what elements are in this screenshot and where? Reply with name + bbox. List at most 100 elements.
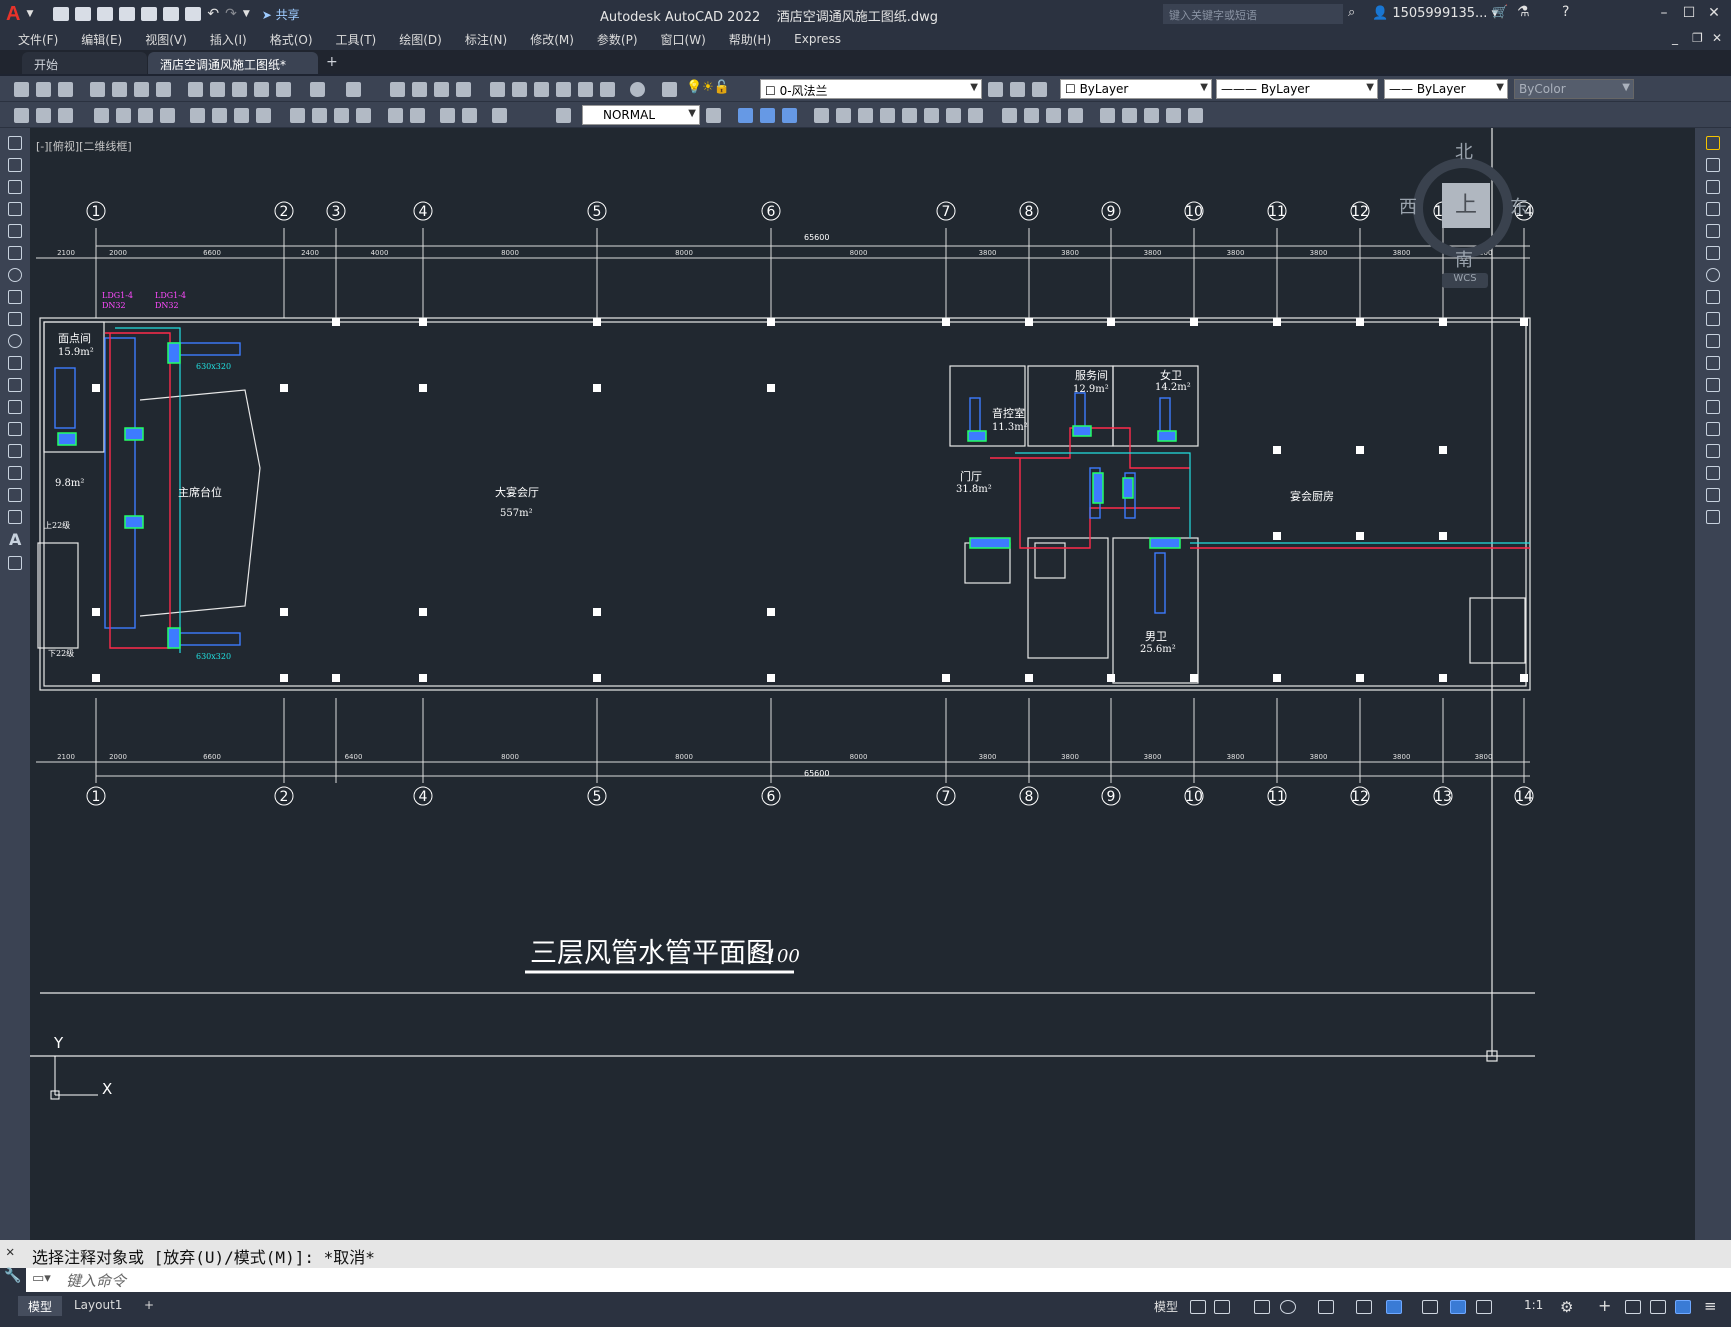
spline-tool-icon[interactable] <box>8 312 22 326</box>
maximize-button[interactable]: ☐ <box>1678 5 1700 21</box>
tb-sun-icon[interactable] <box>1068 108 1083 123</box>
undo-icon[interactable]: ↶ <box>207 6 219 22</box>
menu-draw[interactable]: 绘图(D) <box>399 31 442 48</box>
menu-modify[interactable]: 修改(M) <box>530 31 574 48</box>
tb-block-icon[interactable] <box>276 82 291 97</box>
tb-dim-break-icon[interactable] <box>312 108 327 123</box>
arc-tool-icon[interactable] <box>8 246 22 260</box>
menu-parametric[interactable]: 参数(P) <box>597 31 638 48</box>
region-tool-icon[interactable] <box>8 488 22 502</box>
erase-tool-icon[interactable] <box>1706 136 1720 150</box>
tb-quick-dim-icon[interactable] <box>212 108 227 123</box>
wcs-menu[interactable]: WCS <box>1442 273 1488 288</box>
tb-undo-icon[interactable] <box>310 82 325 97</box>
customize-wrench-icon[interactable]: 🔧 <box>0 1268 26 1292</box>
customize-menu-icon[interactable]: ≡ <box>1704 1297 1717 1315</box>
tb-dim-jogged-icon[interactable] <box>138 108 153 123</box>
menu-format[interactable]: 格式(O) <box>270 31 313 48</box>
join-tool-icon[interactable] <box>1706 422 1720 436</box>
tb-zoom-realtime-icon[interactable] <box>412 82 427 97</box>
tb-ucs-origin-icon[interactable] <box>968 108 983 123</box>
tb-dim-linear-icon[interactable] <box>14 108 29 123</box>
tb-layer-previous-icon[interactable] <box>1010 82 1025 97</box>
floor-plan-drawing[interactable]: 面点间 15.9m² 主席台位 大宴会厅 557m² 音控室 11.3m² 服务… <box>30 128 1695 1240</box>
compass-east[interactable]: 东 <box>1510 193 1528 219</box>
tb-toolpalette-icon[interactable] <box>534 82 549 97</box>
offset-tool-icon[interactable] <box>1706 202 1720 216</box>
cart-icon[interactable]: 🛒 <box>1492 5 1508 20</box>
viewport-controls[interactable]: [-][俯视][二维线框] <box>36 138 132 154</box>
layout-tab-layout1[interactable]: Layout1 <box>64 1296 132 1316</box>
tb-zoom-window-icon[interactable] <box>434 82 449 97</box>
auto-scale-icon[interactable] <box>1476 1300 1492 1314</box>
new-tab-button[interactable]: + <box>326 54 338 70</box>
add-icon[interactable]: + <box>1598 1296 1611 1315</box>
tb-match-icon[interactable] <box>254 82 269 97</box>
open-file-icon[interactable] <box>75 7 92 21</box>
close-button[interactable]: ✕ <box>1703 5 1725 21</box>
plot-icon[interactable] <box>185 7 202 21</box>
viewcube-top-face[interactable]: 上 <box>1442 183 1490 228</box>
revcloud-tool-icon[interactable] <box>8 290 22 304</box>
tb-save-icon[interactable] <box>58 82 73 97</box>
quick-properties-icon[interactable] <box>1650 1300 1666 1314</box>
tb-3dprint-icon[interactable] <box>156 82 171 97</box>
tb-dim-edit-icon[interactable] <box>440 108 455 123</box>
open-web-icon[interactable] <box>141 7 158 21</box>
tb-layer-props-icon[interactable] <box>662 82 677 97</box>
break-at-point-icon[interactable] <box>1706 378 1720 392</box>
app-menu-arrow-icon[interactable]: ▼ <box>26 9 33 19</box>
doc-minimize-button[interactable]: _ <box>1672 31 1678 45</box>
plotstyle-dropdown[interactable]: ByColor ▼ <box>1514 79 1634 99</box>
linetype-dropdown[interactable]: ——— ByLayer ▼ <box>1216 79 1378 99</box>
hatch-tool-icon[interactable] <box>8 444 22 458</box>
annotation-visibility-icon[interactable] <box>1450 1300 1466 1314</box>
fillet-tool-icon[interactable] <box>1706 466 1720 480</box>
menu-express[interactable]: Express <box>794 32 841 46</box>
break-tool-icon[interactable] <box>1706 400 1720 414</box>
tb-calc-icon[interactable] <box>600 82 615 97</box>
tb-ucs-view-icon[interactable] <box>946 108 961 123</box>
user-account[interactable]: 👤 1505999135... ▾ <box>1372 6 1498 21</box>
tb-fly-icon[interactable] <box>1144 108 1159 123</box>
doc-close-button[interactable]: ✕ <box>1712 31 1722 45</box>
layer-state-icons[interactable]: 💡☀🔓 <box>686 80 730 95</box>
circle-tool-icon[interactable] <box>8 268 22 282</box>
share-button[interactable]: ➤ 共享 <box>262 6 300 23</box>
tb-zoom-previous-icon[interactable] <box>456 82 471 97</box>
menu-dimension[interactable]: 标注(N) <box>465 31 507 48</box>
tb-dim-diameter-icon[interactable] <box>160 108 175 123</box>
make-block-icon[interactable] <box>8 400 22 414</box>
tb-pan-icon[interactable] <box>390 82 405 97</box>
tb-camera-icon[interactable] <box>1100 108 1115 123</box>
tb-new-icon[interactable] <box>14 82 29 97</box>
annotation-scale[interactable]: 1:1 <box>1524 1298 1543 1312</box>
tb-dim-baseline-icon[interactable] <box>234 108 249 123</box>
scale-tool-icon[interactable] <box>1706 290 1720 304</box>
lineweight-icon[interactable] <box>1422 1300 1438 1314</box>
rotate-tool-icon[interactable] <box>1706 268 1720 282</box>
tb-cut-icon[interactable] <box>188 82 203 97</box>
line-tool-icon[interactable] <box>8 136 22 150</box>
tb-properties-icon[interactable] <box>490 82 505 97</box>
tb-ucs-face-icon[interactable] <box>902 108 917 123</box>
rectangle-tool-icon[interactable] <box>8 224 22 238</box>
tb-orbit-icon[interactable] <box>1166 108 1181 123</box>
array-tool-icon[interactable] <box>1706 224 1720 238</box>
insert-block-icon[interactable] <box>8 378 22 392</box>
osnap-icon[interactable] <box>1356 1300 1372 1314</box>
stretch-tool-icon[interactable] <box>1706 312 1720 326</box>
recent-commands-icon[interactable]: ▭▾ <box>32 1271 51 1286</box>
menu-file[interactable]: 文件(F) <box>18 31 58 48</box>
tb-redo-icon[interactable] <box>346 82 361 97</box>
tb-preview-icon[interactable] <box>112 82 127 97</box>
tb-make-current-icon[interactable] <box>988 82 1003 97</box>
layer-dropdown[interactable]: ☐ 0-风法兰 ▼ <box>760 79 982 99</box>
polar-icon[interactable] <box>1280 1300 1296 1314</box>
copy-tool-icon[interactable] <box>1706 158 1720 172</box>
grid-icon[interactable] <box>1190 1300 1206 1314</box>
tb-dim-continue-icon[interactable] <box>256 108 271 123</box>
gradient-tool-icon[interactable] <box>8 466 22 480</box>
tb-ucs-object-icon[interactable] <box>924 108 939 123</box>
menu-tools[interactable]: 工具(T) <box>336 31 377 48</box>
